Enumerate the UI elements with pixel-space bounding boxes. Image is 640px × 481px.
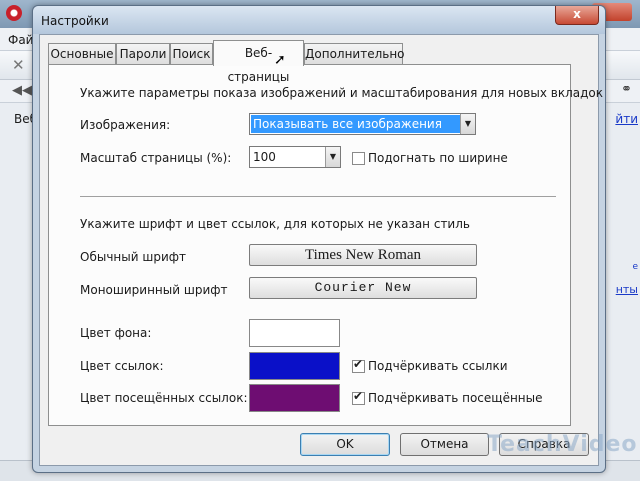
toolbar-close-tab-icon[interactable]: ✕ (12, 56, 25, 74)
browser-menu-file[interactable]: Фай (8, 33, 33, 47)
underline-visited-label[interactable]: Подчёркивать посещённые (368, 391, 543, 405)
link-color-label: Цвет ссылок: (80, 359, 164, 373)
tab-web-pages[interactable]: Веб-страницы (213, 40, 304, 84)
visited-color-label: Цвет посещённых ссылок: (80, 391, 248, 405)
zoom-dropdown-value: 100 (253, 150, 276, 164)
underline-links-label[interactable]: Подчёркивать ссылки (368, 359, 508, 373)
close-icon: x (573, 7, 581, 21)
dialog-close-button[interactable]: x (555, 6, 599, 25)
underline-visited-checkbox[interactable]: ✔ (352, 389, 365, 405)
visited-color-swatch[interactable] (249, 384, 340, 412)
ok-button[interactable]: OK (300, 433, 390, 456)
normal-font-button[interactable]: Times New Roman (249, 244, 477, 266)
images-dropdown-value: Показывать все изображения (251, 115, 460, 133)
link-color-swatch[interactable] (249, 352, 340, 380)
page-link-mid[interactable]: е (632, 262, 638, 272)
checkmark-icon: ✔ (353, 389, 364, 403)
fit-width-label[interactable]: Подогнать по ширине (368, 151, 508, 165)
tab-search[interactable]: Поиск (170, 43, 213, 65)
mono-font-label: Моноширинный шрифт (80, 283, 228, 297)
rewind-icon[interactable]: ◀◀ (12, 83, 32, 98)
images-dropdown[interactable]: Показывать все изображения ▼ (249, 113, 476, 135)
zoom-dropdown[interactable]: 100 ▼ (249, 146, 341, 168)
page-link-low[interactable]: нты (616, 283, 638, 296)
fit-width-checkbox[interactable] (352, 152, 365, 165)
dialog-titlebar[interactable]: Настройки (33, 6, 605, 34)
zoom-label: Масштаб страницы (%): (80, 151, 232, 165)
page-link-top[interactable]: йти (615, 112, 638, 126)
cancel-button[interactable]: Отмена (400, 433, 489, 456)
mouse-cursor-icon: ➚ (274, 52, 286, 68)
tab-passwords[interactable]: Пароли (116, 43, 170, 65)
chevron-down-icon[interactable]: ▼ (460, 114, 475, 134)
checkmark-icon: ✔ (353, 357, 364, 371)
images-section-heading: Укажите параметры показа изображений и м… (80, 86, 603, 100)
opera-logo-icon (6, 5, 22, 21)
tab-basic[interactable]: Основные (48, 43, 116, 65)
teachvideo-watermark: TeachVideo (487, 432, 638, 457)
underline-links-checkbox[interactable]: ✔ (352, 357, 365, 373)
images-label: Изображения: (80, 118, 171, 132)
dialog-title: Настройки (41, 14, 109, 28)
normal-font-label: Обычный шрифт (80, 250, 186, 264)
section-divider (80, 196, 556, 197)
tab-advanced[interactable]: Дополнительно (304, 43, 405, 65)
bg-color-swatch[interactable] (249, 319, 340, 347)
chevron-down-icon[interactable]: ▼ (325, 147, 340, 167)
glasses-icon[interactable]: ⚭ (621, 82, 632, 97)
fonts-section-heading: Укажите шрифт и цвет ссылок, для которых… (80, 217, 470, 231)
bg-color-label: Цвет фона: (80, 326, 152, 340)
mono-font-button[interactable]: Courier New (249, 277, 477, 299)
